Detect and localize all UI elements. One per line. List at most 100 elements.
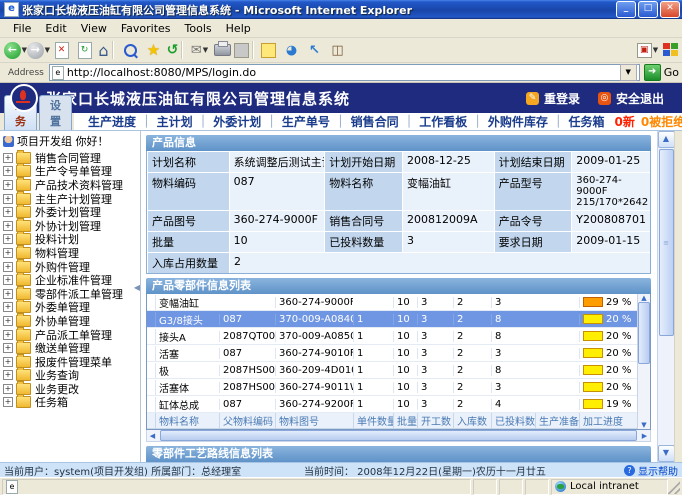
expand-plus-icon[interactable]: + xyxy=(3,384,13,394)
address-dropdown-icon[interactable]: ▼ xyxy=(620,64,637,81)
folder-icon xyxy=(16,288,31,300)
expand-plus-icon[interactable]: + xyxy=(3,289,13,299)
scroll-up-icon[interactable]: ▲ xyxy=(639,294,650,302)
messenger-button[interactable]: ◕ xyxy=(280,40,303,61)
research-button[interactable]: ◫ xyxy=(326,40,349,61)
folder-icon xyxy=(16,247,31,259)
expand-plus-icon[interactable]: + xyxy=(3,262,13,272)
mail-button[interactable]: ✉▼ xyxy=(188,40,211,61)
expand-plus-icon[interactable]: + xyxy=(3,221,13,231)
folder-icon xyxy=(16,342,31,354)
scroll-down-icon[interactable]: ▼ xyxy=(639,421,650,429)
expand-plus-icon[interactable]: + xyxy=(3,166,13,176)
expand-plus-icon[interactable]: + xyxy=(3,275,13,285)
field-value: 2 xyxy=(229,253,650,273)
history-button[interactable]: ↺ xyxy=(165,40,188,61)
relogin-button[interactable]: ✎ 重登录 xyxy=(526,90,580,107)
progress-bar xyxy=(583,297,603,307)
edit-button[interactable] xyxy=(234,40,257,61)
expand-plus-icon[interactable]: + xyxy=(3,330,13,340)
tab-设置[interactable]: 设置 xyxy=(39,95,72,130)
menu-view[interactable]: View xyxy=(74,22,114,35)
menu-edit[interactable]: Edit xyxy=(38,22,73,35)
back-button[interactable]: ←▼ xyxy=(4,40,27,61)
expand-plus-icon[interactable]: + xyxy=(3,302,13,312)
tabs-and-nav-row: 业务设置 生产进度│主计划│外委计划│生产单号│销售合同│工作看板│外购件库存│… xyxy=(0,113,682,131)
parts-row-2[interactable]: G3/8接头087370-009-A084011032820 % xyxy=(147,311,638,328)
maximize-button[interactable]: □ xyxy=(638,1,658,18)
scroll-thumb[interactable] xyxy=(638,302,650,364)
logout-button[interactable]: ◎ 安全退出 xyxy=(598,90,664,107)
expand-plus-icon[interactable]: + xyxy=(3,180,13,190)
field-value: 2009-01-15 xyxy=(571,232,650,252)
show-help-link[interactable]: ? 显示帮助 xyxy=(624,463,678,478)
expand-plus-icon[interactable]: + xyxy=(3,248,13,258)
menu-tools[interactable]: Tools xyxy=(178,22,219,35)
scroll-down-icon[interactable]: ▼ xyxy=(658,445,675,462)
nav-item-8[interactable]: 任务箱 xyxy=(564,113,608,130)
nav-item-6[interactable]: 工作看板 xyxy=(415,113,471,130)
page-vertical-scrollbar[interactable]: ▲ ≡ ▼ xyxy=(657,131,674,462)
pdf-button[interactable]: ▣▼ xyxy=(636,40,659,61)
scroll-right-icon[interactable]: ▶ xyxy=(639,432,650,440)
parts-row-6[interactable]: 活塞体2087HS002360-274-9011W11032320 % xyxy=(147,379,638,396)
nav-item-7[interactable]: 外购件库存 xyxy=(484,113,552,130)
print-button[interactable] xyxy=(211,40,234,61)
scroll-thumb[interactable]: ≡ xyxy=(659,149,674,336)
expand-plus-icon[interactable]: + xyxy=(3,357,13,367)
stop-button[interactable]: ✕ xyxy=(50,40,73,61)
taskbox-new-badge: 0新 xyxy=(609,113,635,130)
expand-plus-icon[interactable]: + xyxy=(3,343,13,353)
close-button[interactable]: ✕ xyxy=(660,1,680,18)
minimize-button[interactable]: _ xyxy=(616,1,636,18)
status-message-cell: e xyxy=(2,479,471,495)
nav-item-3[interactable]: 外委计划 xyxy=(209,113,265,130)
menu-help[interactable]: Help xyxy=(219,22,258,35)
expand-plus-icon[interactable]: + xyxy=(3,370,13,380)
parts-vertical-scrollbar[interactable]: ▲ ▼ xyxy=(637,294,650,429)
nav-item-2[interactable]: 主计划 xyxy=(153,113,197,130)
parts-row-7[interactable]: 缸体总成087360-274-9200F11032419 % xyxy=(147,396,638,413)
dropdown-icon[interactable]: ▼ xyxy=(203,46,208,54)
parts-row-1[interactable]: 变幅油缸360-274-9000F1032329 % xyxy=(147,294,638,311)
sidebar-item-19[interactable]: +任务箱 xyxy=(0,396,140,410)
scroll-left-icon[interactable]: ◀ xyxy=(147,432,158,440)
nav-item-4[interactable]: 生产单号 xyxy=(278,113,334,130)
expand-plus-icon[interactable]: + xyxy=(3,207,13,217)
cell: G3/8接头 xyxy=(155,312,219,327)
sidebar-tree: 项目开发组 你好！ +销售合同管理+生产令号单管理+产品技术资料管理+主生产计划… xyxy=(0,131,141,462)
info-row: 计划名称系统调整后测试主计划计划开始日期2008-12-25计划结束日期2009… xyxy=(147,151,650,172)
scroll-up-icon[interactable]: ▲ xyxy=(658,131,675,148)
expand-plus-icon[interactable]: + xyxy=(3,234,13,244)
notes-button[interactable] xyxy=(257,40,280,61)
help-icon: ? xyxy=(624,465,635,476)
cell: 10 xyxy=(393,365,417,376)
field-value: 系统调整后测试主计划 xyxy=(229,152,325,172)
resize-grip[interactable] xyxy=(668,480,680,494)
menu-favorites[interactable]: Favorites xyxy=(114,22,178,35)
address-url[interactable]: http://localhost:8080/MPS/login.do xyxy=(67,66,620,79)
nav-item-5[interactable]: 销售合同 xyxy=(347,113,403,130)
expand-plus-icon[interactable]: + xyxy=(3,397,13,407)
refresh-button[interactable]: ↻ xyxy=(73,40,96,61)
favorites-button[interactable]: ★ xyxy=(142,40,165,61)
menu-file[interactable]: File xyxy=(6,22,38,35)
stop-icon: ✕ xyxy=(55,42,69,59)
parts-row-4[interactable]: 活塞087360-274-9010F11032320 % xyxy=(147,345,638,362)
parts-row-5[interactable]: 极2087HS002360-209-4D01011032820 % xyxy=(147,362,638,379)
expand-plus-icon[interactable]: + xyxy=(3,194,13,204)
expand-plus-icon[interactable]: + xyxy=(3,153,13,163)
dropdown-icon[interactable]: ▼ xyxy=(653,46,658,54)
parts-horizontal-scrollbar[interactable]: ◀ ▶ xyxy=(146,430,651,442)
address-field[interactable]: e http://localhost:8080/MPS/login.do ▼ xyxy=(49,64,640,81)
parts-row-3[interactable]: 接头A2087QT002370-009-A085011032820 % xyxy=(147,328,638,345)
search-button[interactable] xyxy=(119,40,142,61)
nav-item-1[interactable]: 生产进度 xyxy=(84,113,140,130)
sidebar-collapse-icon[interactable]: ◀ xyxy=(134,283,140,292)
go-button[interactable]: ➜ Go xyxy=(644,64,679,81)
expand-plus-icon[interactable]: + xyxy=(3,316,13,326)
pointer-button[interactable]: ↖ xyxy=(303,40,326,61)
home-button[interactable]: ⌂ xyxy=(96,40,119,61)
forward-button[interactable]: →▼ xyxy=(27,40,50,61)
scroll-thumb[interactable] xyxy=(160,430,637,441)
